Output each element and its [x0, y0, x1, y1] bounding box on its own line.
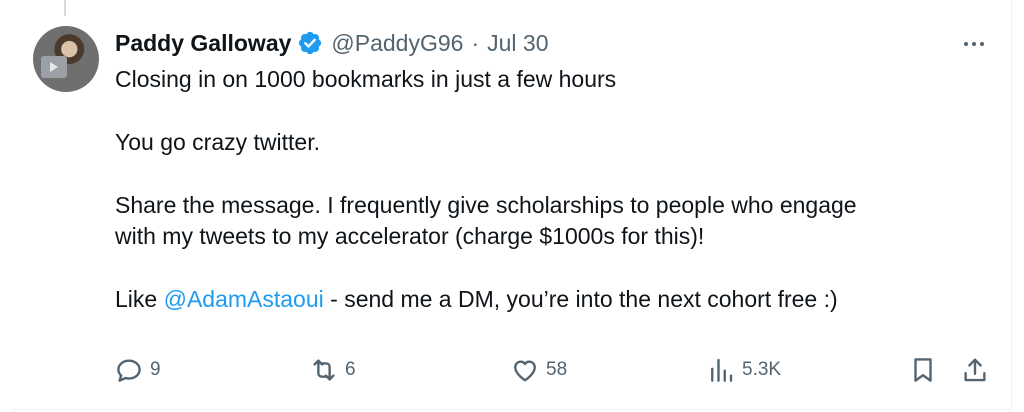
retweet-count: 6 [345, 359, 356, 380]
retweet-button[interactable]: 6 [309, 355, 356, 385]
like-button[interactable]: 58 [510, 355, 567, 385]
header-separator: · [471, 29, 480, 56]
tweet-header: Paddy Galloway @PaddyG96 · Jul 30 [115, 28, 549, 58]
more-dot [964, 42, 968, 46]
retweet-icon [313, 359, 335, 381]
more-dot [972, 42, 976, 46]
thread-connector-line [64, 0, 66, 16]
share-button[interactable] [960, 355, 990, 385]
more-icon[interactable] [958, 32, 990, 56]
views-icon [711, 358, 733, 382]
author-handle[interactable]: @PaddyG96 [331, 30, 463, 57]
bookmark-icon [914, 358, 932, 382]
verified-badge-icon [299, 31, 322, 55]
tweet-date[interactable]: Jul 30 [487, 30, 548, 57]
tweet-text-line: Like @AdamAstaoui - send me a DM, you’re… [115, 284, 975, 315]
tweet-text-line: with my tweets to my accelerator (charge… [115, 223, 705, 249]
avatar-play-button-plaque [41, 56, 67, 78]
reply-button[interactable]: 9 [114, 355, 161, 385]
tweet-text-line: Share the message. I frequently give sch… [115, 192, 857, 218]
like-count: 58 [546, 359, 568, 380]
views-count: 5.3K [742, 359, 782, 380]
mention-prefix: Like [115, 286, 164, 312]
share-icon [964, 358, 986, 382]
mention-link[interactable]: @AdamAstaoui [164, 286, 324, 312]
tweet-text-line: Closing in on 1000 bookmarks in just a f… [115, 66, 617, 92]
author-name[interactable]: Paddy Galloway [115, 30, 291, 57]
bookmark-button[interactable] [908, 355, 938, 385]
mention-suffix: - send me a DM, you’re into the next coh… [323, 286, 838, 312]
author-avatar[interactable] [33, 26, 99, 92]
tweet-actions: 9 6 58 5.3K [0, 355, 1024, 391]
reply-icon [117, 359, 141, 382]
reply-count: 9 [150, 359, 161, 380]
heart-icon [514, 360, 536, 382]
views-button[interactable]: 5.3K [706, 355, 781, 385]
tweet-text: Closing in on 1000 bookmarks in just a f… [115, 64, 975, 315]
tweet-text-line: You go crazy twitter. [115, 129, 320, 155]
more-dot [980, 42, 984, 46]
